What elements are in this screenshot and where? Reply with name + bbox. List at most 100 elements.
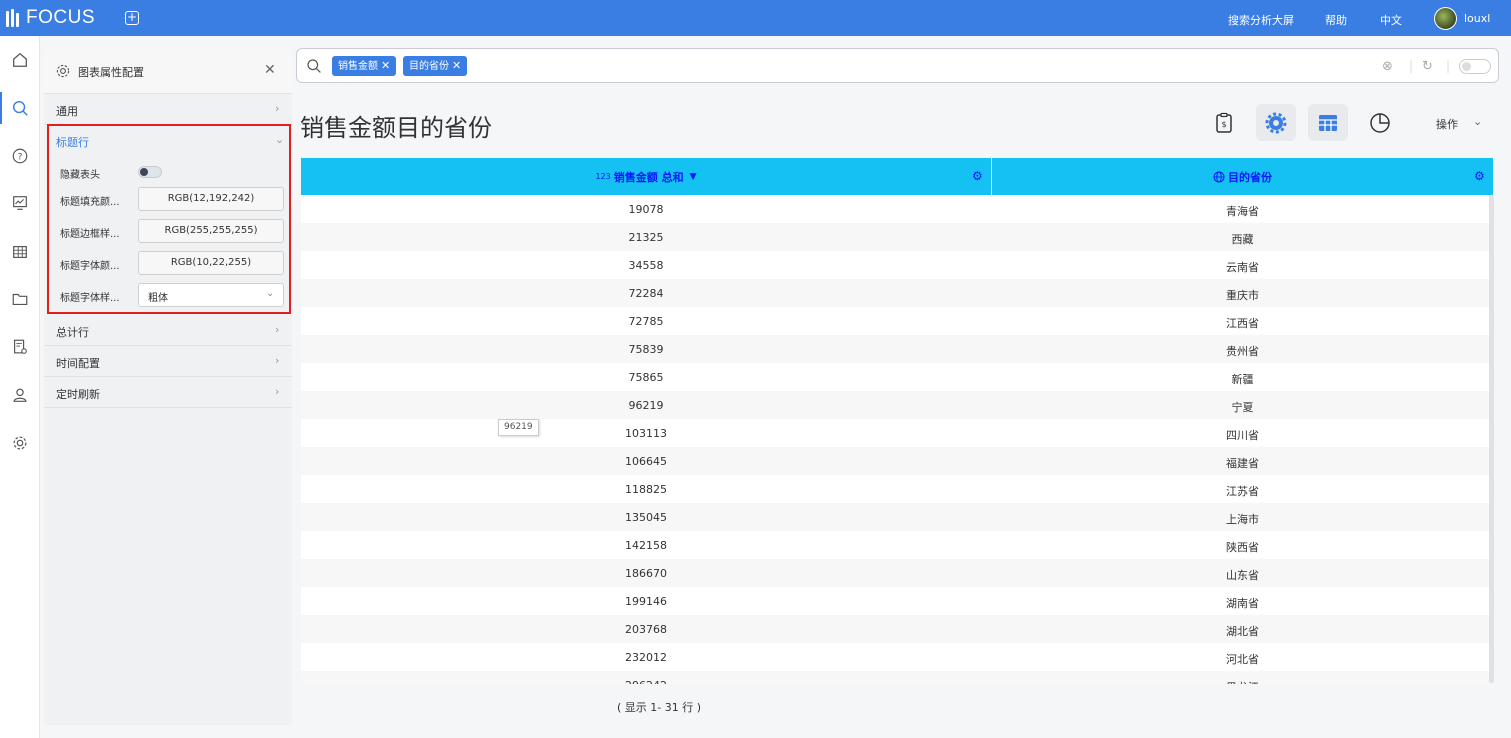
svg-text:$: $: [1221, 120, 1226, 129]
fill-color-button[interactable]: RGB(12,192,242): [138, 187, 284, 211]
cell-sales-total: 232012: [625, 651, 667, 664]
language-link[interactable]: 中文: [1380, 12, 1402, 28]
pie-chart-icon: [1370, 112, 1390, 133]
table-row[interactable]: 72785 江西省: [301, 307, 1493, 335]
cell-province: 云南省: [1226, 261, 1259, 274]
search-chip[interactable]: 销售金额 ✕: [332, 56, 397, 76]
clipboard-button[interactable]: $: [1204, 104, 1244, 141]
border-color-button[interactable]: RGB(255,255,255): [138, 219, 284, 243]
table-row[interactable]: 72284 重庆市: [301, 279, 1493, 307]
logo[interactable]: FOCUS: [6, 7, 95, 29]
section-general[interactable]: 通用 ›: [44, 94, 292, 125]
font-color-button[interactable]: RGB(10,22,255): [138, 251, 284, 275]
table-icon[interactable]: [0, 232, 40, 272]
numeric-type-icon: 123: [595, 172, 611, 181]
table-row[interactable]: 21325 西藏: [301, 223, 1493, 251]
font-style-label: 标题字体样...: [60, 293, 120, 304]
cell-sales-total: 34558: [628, 259, 664, 272]
search-bar[interactable]: 销售金额 ✕ 目的省份 ✕ ⊗ | ↻ |: [296, 48, 1499, 83]
table-icon: [1319, 114, 1337, 131]
avatar[interactable]: [1434, 7, 1457, 30]
cell-sales-total: 106645: [625, 455, 667, 468]
section-time-config[interactable]: 时间配置 ›: [44, 346, 292, 377]
hide-header-toggle[interactable]: [138, 166, 162, 178]
search-icon[interactable]: [0, 88, 40, 128]
table-scrollbar[interactable]: [1489, 195, 1494, 683]
table-row[interactable]: 186670 山东省: [301, 559, 1493, 587]
table-row[interactable]: 135045 上海市: [301, 503, 1493, 531]
table-row[interactable]: 103113 四川省: [301, 419, 1493, 447]
table-row[interactable]: 34558 云南省: [301, 251, 1493, 279]
cell-province: 河北省: [1226, 653, 1259, 666]
chevron-down-icon: ⌄: [266, 288, 275, 299]
table-row[interactable]: 199146 湖南省: [301, 587, 1493, 615]
section-label: 通用: [56, 105, 78, 118]
cell-sales-total: 72785: [628, 315, 664, 328]
column-header-sales[interactable]: 123 销售金额 总和 ▼: [301, 158, 991, 195]
panel-title: 图表属性配置: [78, 66, 144, 79]
cell-sales-total: 72284: [628, 287, 664, 300]
section-label: 时间配置: [56, 357, 100, 370]
table-row[interactable]: 96219 宁夏: [301, 391, 1493, 419]
operations-menu[interactable]: 操作: [1436, 116, 1458, 132]
close-icon[interactable]: ✕: [381, 59, 390, 72]
column-header-label: 目的省份: [1228, 170, 1272, 184]
top-bar: FOCUS + 搜索分析大屏 帮助 中文 louxl: [0, 0, 1511, 36]
cell-sales-total: 103113: [625, 427, 667, 440]
table-row[interactable]: 142158 陕西省: [301, 531, 1493, 559]
cell-province: 上海市: [1226, 513, 1259, 526]
refresh-icon[interactable]: ↻: [1422, 59, 1433, 74]
chevron-right-icon: ›: [275, 385, 280, 398]
help-link[interactable]: 帮助: [1325, 12, 1347, 28]
cell-province: 湖南省: [1226, 597, 1259, 610]
close-icon[interactable]: ✕: [452, 59, 461, 72]
search-mode-toggle[interactable]: [1459, 59, 1491, 74]
home-icon[interactable]: [0, 40, 40, 80]
table-view-button[interactable]: [1308, 104, 1348, 141]
dashboard-icon[interactable]: [0, 183, 40, 223]
hide-header-label: 隐藏表头: [60, 170, 100, 181]
column-header-province[interactable]: 目的省份: [992, 158, 1493, 195]
new-tab-plus-icon[interactable]: +: [125, 11, 139, 25]
cell-sales-total: 186670: [625, 567, 667, 580]
pie-chart-button[interactable]: [1360, 104, 1400, 141]
report-settings-icon[interactable]: [0, 327, 40, 367]
border-style-label: 标题边框样...: [60, 229, 120, 240]
clear-icon[interactable]: ⊗: [1382, 59, 1393, 74]
question-icon[interactable]: ?: [0, 136, 40, 176]
section-auto-refresh[interactable]: 定时刷新 ›: [44, 377, 292, 408]
screen-analysis-link[interactable]: 搜索分析大屏: [1228, 12, 1294, 28]
table-row[interactable]: 75865 新疆: [301, 363, 1493, 391]
close-icon[interactable]: ✕: [264, 62, 276, 78]
cell-province: 江苏省: [1226, 485, 1259, 498]
column-gear-icon[interactable]: ⚙: [972, 169, 983, 183]
table-row[interactable]: 106645 福建省: [301, 447, 1493, 475]
user-icon[interactable]: [0, 375, 40, 415]
table-row[interactable]: 232012 河北省: [301, 643, 1493, 671]
chevron-down-icon[interactable]: ⌄: [1473, 115, 1482, 128]
chip-label: 销售金额: [338, 61, 378, 72]
table-row[interactable]: 296242黑龙江: [301, 671, 1493, 684]
table-row[interactable]: 75839 贵州省: [301, 335, 1493, 363]
cell-province: 青海省: [1226, 205, 1259, 218]
user-name[interactable]: louxl: [1464, 12, 1490, 25]
left-nav-rail: ?: [0, 36, 40, 738]
font-style-select[interactable]: 粗体 ⌄: [138, 283, 284, 307]
sort-desc-icon[interactable]: ▼: [690, 172, 697, 182]
table-row[interactable]: 19078 青海省: [301, 195, 1493, 223]
cell-province: 西藏: [1231, 233, 1254, 246]
logo-text: FOCUS: [26, 7, 95, 28]
column-gear-icon[interactable]: ⚙: [1474, 169, 1485, 183]
section-label: 定时刷新: [56, 388, 100, 401]
panel-header: 图表属性配置 ✕: [44, 48, 292, 94]
table-row[interactable]: 118825 江苏省: [301, 475, 1493, 503]
cell-sales-total: 296242: [301, 679, 991, 684]
cell-province: 黑龙江: [992, 679, 1493, 684]
section-total-row[interactable]: 总计行 ›: [44, 315, 292, 346]
table-row[interactable]: 203768 湖北省: [301, 615, 1493, 643]
search-chip[interactable]: 目的省份 ✕: [403, 56, 468, 76]
chart-settings-button[interactable]: [1256, 104, 1296, 141]
folder-icon[interactable]: [0, 279, 40, 319]
logo-icon: [6, 9, 21, 27]
settings-gear-icon[interactable]: [0, 423, 40, 463]
